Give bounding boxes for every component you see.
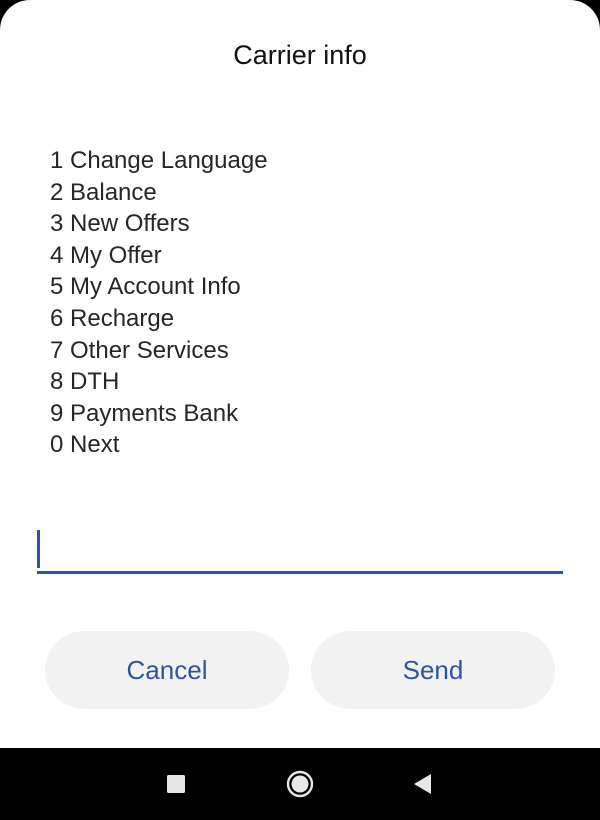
menu-item-new-offers: 3 New Offers [50, 210, 190, 238]
send-button[interactable]: Send [311, 631, 555, 709]
navigation-bar [0, 748, 600, 820]
menu-item-my-account-info: 5 My Account Info [50, 273, 241, 301]
menu-item-other-services: 7 Other Services [50, 336, 229, 364]
menu-item-change-language: 1 Change Language [50, 147, 268, 174]
back-icon[interactable] [403, 766, 443, 802]
cancel-button[interactable]: Cancel [45, 631, 289, 709]
home-icon[interactable] [280, 766, 320, 802]
reply-input[interactable] [37, 524, 563, 574]
text-cursor [37, 530, 40, 568]
reply-input-wrapper [37, 524, 563, 574]
menu-item-my-offer: 4 My Offer [50, 241, 162, 269]
menu-item-recharge: 6 Recharge [50, 304, 175, 332]
dialog-title: Carrier info [233, 40, 367, 70]
menu-item-payments-bank: 9 Payments Bank [50, 399, 239, 427]
menu-item-next: 0 Next [50, 431, 120, 459]
menu-item-dth: 8 DTH [50, 368, 120, 396]
ussd-dialog: Carrier info 1 Change Language 2 Balance… [0, 0, 600, 748]
screen: Carrier info 1 Change Language 2 Balance… [0, 0, 600, 820]
menu-list: 1 Change Language 2 Balance 3 New Offers… [50, 145, 268, 461]
menu-item-balance: 2 Balance [50, 178, 157, 206]
recent-apps-icon[interactable] [156, 766, 196, 802]
